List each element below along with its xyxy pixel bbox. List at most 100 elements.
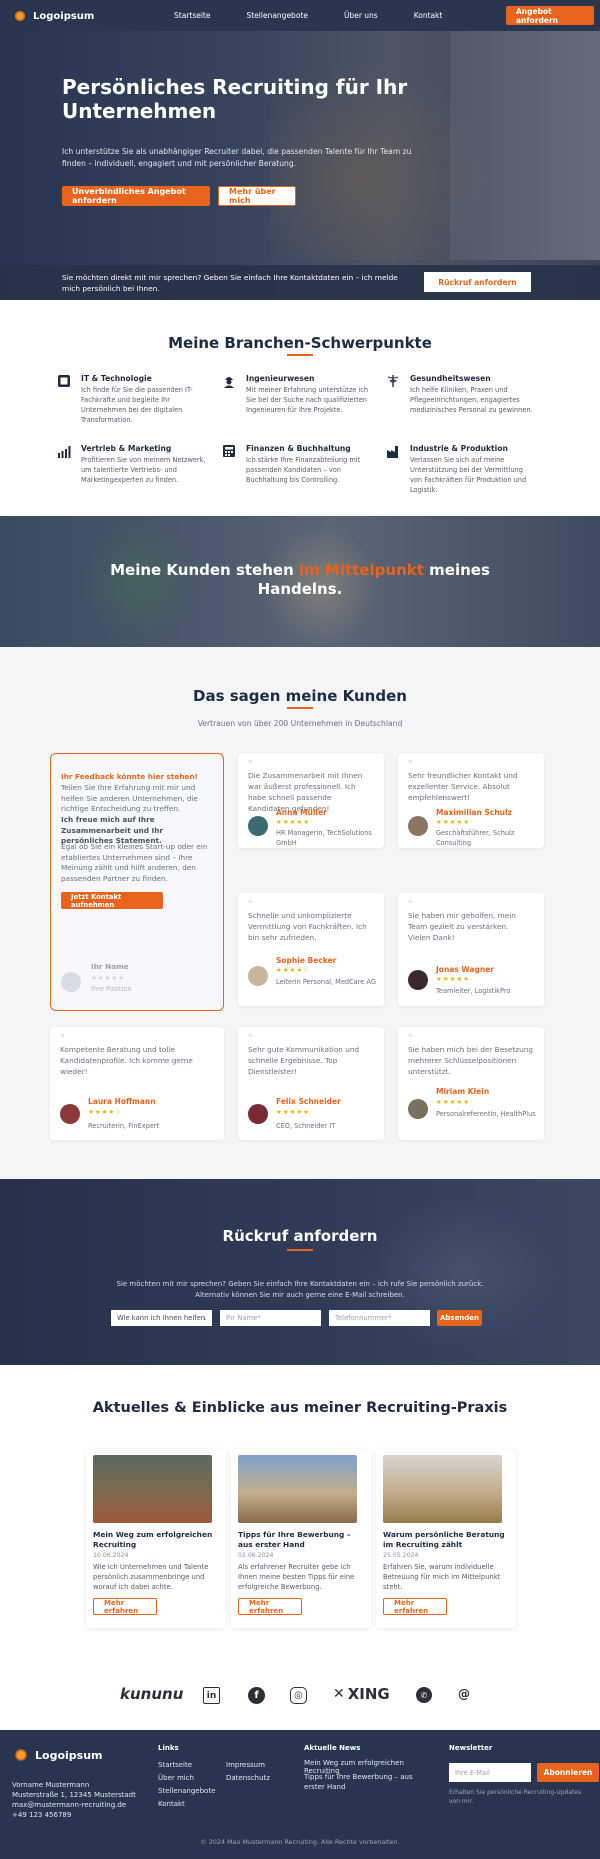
testimonial-text: Schnelle und unkomplizierte Vermittlung …	[248, 911, 367, 942]
phone-input[interactable]: Telefonnummer*	[329, 1310, 430, 1326]
footer-news-link[interactable]: Tipps für Ihre Bewerbung – aus erster Ha…	[304, 1772, 429, 1792]
footer-links-title: Links	[158, 1744, 179, 1752]
quote-icon: “	[408, 1033, 414, 1044]
news-section: Aktuelles & Einblicke aus meiner Recruit…	[0, 1365, 600, 1675]
address-phone[interactable]: +49 123 456789	[12, 1811, 71, 1819]
read-more-button[interactable]: Mehr erfahren	[383, 1598, 447, 1615]
branch-text: Verlassen Sie sich auf meine Unterstützu…	[410, 456, 527, 494]
callback-bar-text: Sie möchten direkt mit mir sprechen? Geb…	[62, 273, 398, 293]
footer-logo[interactable]: Logoipsum	[12, 1746, 102, 1764]
rating-stars: ★★★★★	[276, 818, 311, 826]
banner-text-start: Meine Kunden stehen	[110, 561, 299, 579]
news-card-excerpt: Erfahren Sie, warum individuelle Betreuu…	[383, 1563, 501, 1591]
request-offer-button[interactable]: Unverbindliches Angebot anfordern	[62, 186, 210, 206]
name-input[interactable]: Ihr Name*	[220, 1310, 321, 1326]
help-select-value: Wie kann ich Ihnen helfen	[117, 1314, 206, 1322]
testimonial-text: Sehr freundlicher Kontakt und exzellente…	[408, 771, 518, 802]
branch-text: Profitieren Sie von meinem Netzwerk, um …	[81, 456, 206, 484]
xing-logo[interactable]: ✕ XING	[333, 1685, 390, 1703]
subscribe-button[interactable]: Abonnieren	[537, 1763, 599, 1782]
main-nav: Startseite Stellenangebote Über uns Kont…	[174, 11, 478, 20]
read-more-button[interactable]: Mehr erfahren	[93, 1598, 157, 1615]
logo-text: Logoipsum	[33, 10, 95, 22]
testimonial-text: Sehr gute Kommunikation und schnelle Erg…	[248, 1045, 360, 1076]
factory-icon	[387, 446, 398, 458]
caduceus-icon	[387, 375, 399, 387]
news-card-date: 25.05.2024	[383, 1552, 419, 1559]
branches-section: Meine Branchen-Schwerpunkte IT & Technol…	[0, 300, 600, 516]
nav-kontakt[interactable]: Kontakt	[414, 11, 443, 20]
chevron-down-icon: ⌄	[201, 1314, 207, 1322]
newsletter-email-input[interactable]: Ihre E-Mail	[449, 1763, 531, 1782]
news-card-date: 10.06.2024	[93, 1552, 129, 1559]
testimonial-card: “ Sie haben mir geholfen, mein Team gezi…	[398, 893, 544, 1006]
callback-bar: Sie möchten direkt mit mir sprechen? Geb…	[0, 265, 600, 300]
facebook-icon[interactable]: f	[248, 1687, 265, 1704]
branch-title: Gesundheitswesen	[410, 374, 491, 383]
testimonial-card: “ Schnelle und unkomplizierte Vermittlun…	[238, 893, 384, 1006]
footer-link-kontakt[interactable]: Kontakt	[158, 1800, 185, 1808]
read-more-button[interactable]: Mehr erfahren	[238, 1598, 302, 1615]
testimonial-text: Kompetente Beratung und tolle Kandidaten…	[60, 1045, 193, 1076]
news-card-title: Tipps für Ihre Bewerbung – aus erster Ha…	[238, 1530, 351, 1549]
callback-title: Rückruf anfordern	[222, 1227, 378, 1245]
news-title: Aktuelles & Einblicke aus meiner Recruit…	[92, 1400, 508, 1416]
testimonial-name: Maximilian Schulz	[436, 808, 512, 817]
linkedin-icon[interactable]: in	[203, 1687, 220, 1704]
avatar	[248, 966, 268, 986]
banner-highlight: im Mittelpunkt	[298, 561, 424, 579]
footer-link-datenschutz[interactable]: Datenschutz	[226, 1774, 270, 1782]
footer-link-impressum[interactable]: Impressum	[226, 1761, 265, 1769]
callback-bar-button[interactable]: Rückruf anfordern	[424, 272, 531, 292]
news-card[interactable]: Tipps für Ihre Bewerbung – aus erster Ha…	[231, 1449, 371, 1628]
quote-icon: “	[408, 759, 414, 770]
placeholder-position: Ihre Position	[91, 985, 132, 993]
title-underline	[287, 354, 313, 356]
contact-now-button[interactable]: Jetzt Kontakt aufnehmen	[61, 892, 163, 909]
avatar	[248, 816, 268, 836]
testimonial-role: Leiterin Personal, MedCare AG	[276, 978, 376, 986]
rating-stars: ★★★★☆	[88, 1108, 123, 1116]
testimonial-role: CEO, Schneider IT	[276, 1122, 336, 1130]
threads-icon[interactable]: @	[458, 1687, 470, 1701]
branch-title: IT & Technologie	[81, 374, 152, 383]
logo-sun-icon	[12, 1746, 30, 1764]
news-card[interactable]: Warum persönliche Beratung im Recruiting…	[376, 1449, 516, 1628]
news-card-excerpt: Wie ich Unternehmen und Talente persönli…	[93, 1563, 209, 1591]
nav-stellenangebote[interactable]: Stellenangebote	[246, 11, 307, 20]
testimonials-subtitle: Vertrauen von über 200 Unternehmen in De…	[197, 719, 403, 728]
news-card[interactable]: Mein Weg zum erfolgreichen Recruiting 10…	[86, 1449, 226, 1628]
branch-text: Ich helfe Kliniken, Praxen und Pflegeein…	[410, 386, 533, 414]
footer-link-ueber-mich[interactable]: Über mich	[158, 1774, 194, 1782]
hero-section: Persönliches Recruiting für Ihr Unterneh…	[0, 0, 600, 300]
address-email[interactable]: max@mustermann-recruiting.de	[12, 1801, 126, 1809]
kununu-logo[interactable]: kununu	[120, 1685, 183, 1703]
logo[interactable]: Logoipsum	[12, 8, 94, 24]
newsletter-title: Newsletter	[449, 1744, 493, 1752]
news-card-date: 02.06.2024	[238, 1552, 274, 1559]
avatar-placeholder	[61, 972, 81, 992]
branch-text: Ich finde für Sie die passenden IT-Fachk…	[81, 386, 193, 424]
customer-focus-banner: Meine Kunden stehen im Mittelpunkt meine…	[0, 516, 600, 647]
testimonial-name: Anna Müller	[276, 808, 327, 817]
submit-button[interactable]: Absenden	[437, 1310, 482, 1326]
testimonial-card: “ Sehr freundlicher Kontakt und exzellen…	[398, 753, 544, 848]
rating-stars: ★★★★★	[436, 975, 471, 983]
footer-link-startseite[interactable]: Startseite	[158, 1761, 192, 1769]
footer-link-stellenangebote[interactable]: Stellenangebote	[158, 1787, 215, 1795]
site-footer: Logoipsum Vorname Mustermann Musterstraß…	[0, 1730, 600, 1859]
nav-ueber-uns[interactable]: Über uns	[344, 11, 378, 20]
help-select[interactable]: Wie kann ich Ihnen helfen ⌄	[111, 1310, 212, 1326]
header-cta-button[interactable]: Angebot anfordern	[506, 6, 594, 25]
feedback-headline: Ihr Feedback könnte hier stehen!	[61, 772, 198, 781]
instagram-icon[interactable]: ◎	[290, 1687, 307, 1704]
nav-startseite[interactable]: Startseite	[174, 11, 210, 20]
whatsapp-icon[interactable]: ✆	[416, 1687, 432, 1703]
about-me-button[interactable]: Mehr über mich	[218, 186, 296, 206]
branch-text: Ich stärke Ihre Finanzabteilung mit pass…	[246, 456, 361, 484]
address-name: Vorname Mustermann	[12, 1781, 90, 1789]
testimonial-text: Sie haben mir geholfen, mein Team geziel…	[408, 911, 516, 942]
testimonial-role: Personalreferentin, HealthPlus	[436, 1110, 536, 1118]
site-header: Logoipsum Startseite Stellenangebote Übe…	[0, 0, 600, 31]
feedback-invite-card: Ihr Feedback könnte hier stehen! Teilen …	[50, 753, 224, 1011]
